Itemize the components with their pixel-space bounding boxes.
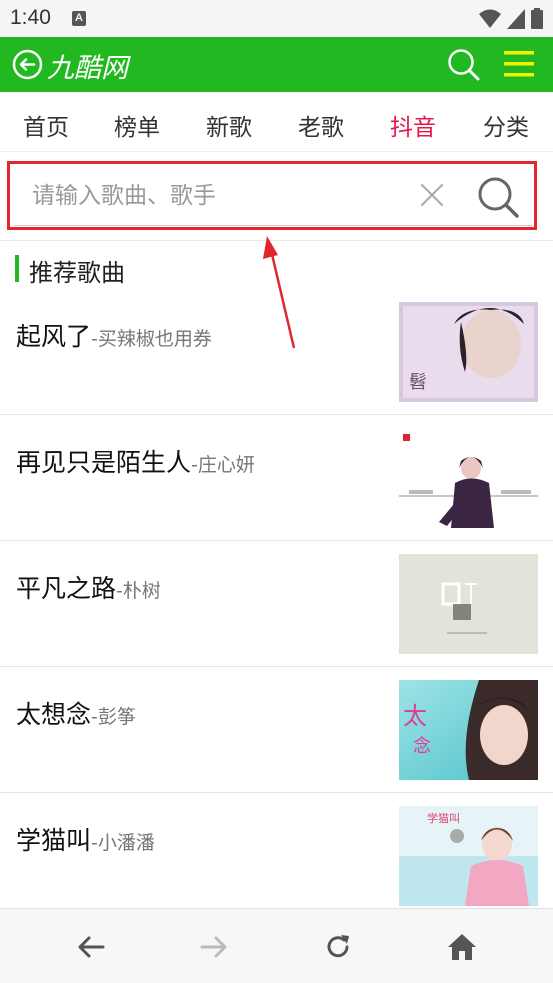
search-section: [0, 152, 553, 242]
song-title: 学猫叫-小潘潘: [16, 821, 155, 857]
signal-icon: [507, 8, 525, 29]
song-artist: -彭筝: [91, 706, 136, 728]
status-icons: [479, 8, 543, 29]
svg-text:髫: 髫: [409, 372, 427, 393]
wifi-icon: [479, 9, 501, 28]
menu-icon[interactable]: [504, 51, 534, 77]
notification-icon: A: [72, 11, 86, 26]
song-item[interactable]: 学猫叫-小潘潘 学猫叫: [0, 793, 553, 919]
song-title-text: 再见只是陌生人: [16, 448, 192, 477]
tab-new-songs[interactable]: 新歌: [206, 108, 252, 142]
album-cover: 学猫叫: [399, 806, 538, 906]
song-artist: -庄心妍: [191, 454, 255, 476]
song-title: 再见只是陌生人-庄心妍: [16, 443, 255, 479]
song-item[interactable]: 起风了-买辣椒也用券 髫: [0, 289, 553, 415]
song-title-text: 平凡之路: [16, 574, 117, 603]
search-icon[interactable]: [447, 48, 481, 82]
song-title-text: 起风了: [16, 322, 92, 351]
song-item[interactable]: 再见只是陌生人-庄心妍: [0, 415, 553, 541]
song-title: 起风了-买辣椒也用券: [16, 317, 212, 353]
close-icon[interactable]: [419, 182, 445, 208]
search-box: [14, 168, 532, 226]
song-artist: -小潘潘: [91, 832, 155, 854]
arrow-left-icon[interactable]: [75, 931, 107, 963]
section-accent-bar: [15, 255, 19, 282]
tab-charts[interactable]: 榜单: [114, 108, 160, 142]
tab-home[interactable]: 首页: [23, 108, 69, 142]
album-cover: [399, 554, 538, 654]
tab-categories[interactable]: 分类: [483, 108, 529, 142]
back-circle-icon[interactable]: [12, 49, 43, 80]
app-bar: 九酷网: [0, 37, 553, 92]
search-input[interactable]: [14, 168, 394, 224]
svg-text:学猫叫: 学猫叫: [427, 811, 460, 825]
album-cover: 髫: [399, 302, 538, 402]
svg-text:念: 念: [413, 735, 431, 757]
song-title-text: 学猫叫: [16, 826, 92, 855]
song-item[interactable]: 太想念-彭筝 太 念: [0, 667, 553, 793]
status-time: 1:40: [10, 6, 51, 29]
refresh-icon[interactable]: [322, 931, 354, 963]
status-bar: 1:40 A: [0, 0, 553, 37]
category-tabs: 首页 榜单 新歌 老歌 抖音 分类: [0, 92, 553, 152]
battery-icon: [531, 8, 543, 29]
song-title: 平凡之路-朴树: [16, 569, 161, 605]
song-artist: -朴树: [116, 580, 161, 602]
divider: [0, 240, 553, 241]
song-artist: -买辣椒也用券: [91, 328, 212, 350]
bottom-nav: [0, 908, 553, 983]
section-title: 推荐歌曲: [29, 259, 125, 287]
tab-douyin[interactable]: 抖音: [390, 108, 436, 142]
song-item[interactable]: 平凡之路-朴树: [0, 541, 553, 667]
home-icon[interactable]: [446, 931, 478, 963]
song-title-text: 太想念: [16, 700, 92, 729]
search-submit-icon[interactable]: [476, 175, 520, 219]
album-cover: 太 念: [399, 680, 538, 780]
album-cover: [399, 428, 538, 528]
song-title: 太想念-彭筝: [16, 695, 136, 731]
arrow-right-icon[interactable]: [198, 931, 230, 963]
tab-old-songs[interactable]: 老歌: [298, 108, 344, 142]
app-title: 九酷网: [47, 53, 128, 84]
svg-text:太: 太: [403, 702, 427, 730]
